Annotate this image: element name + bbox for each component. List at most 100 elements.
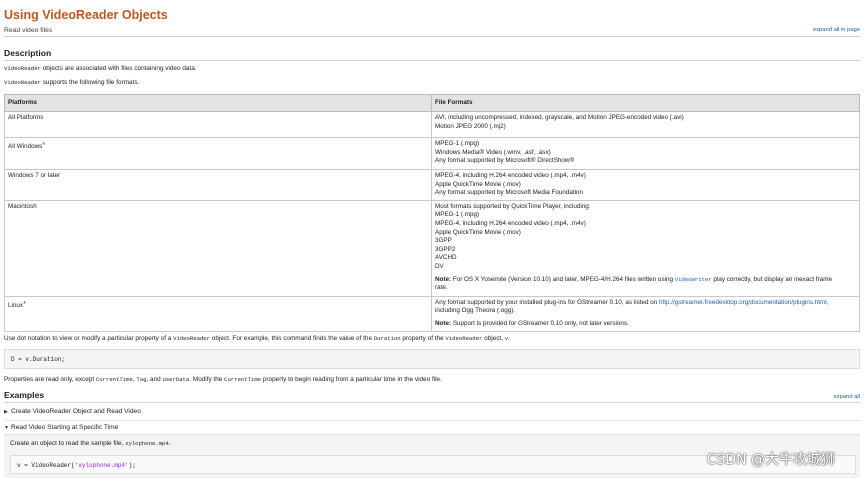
formats-cell: Most formats supported by QuickTime Play… bbox=[431, 199, 860, 297]
format-line: Most formats supported by QuickTime Play… bbox=[435, 202, 591, 210]
description-heading: Description bbox=[4, 48, 52, 58]
examples-heading: Examples bbox=[4, 390, 45, 400]
format-line: MPEG-1 (.mpg) bbox=[435, 140, 480, 147]
page-subtitle: Read video files bbox=[4, 27, 53, 34]
format-line: AVCHD bbox=[435, 254, 457, 262]
code-string: 'xylophone.mp4' bbox=[74, 462, 129, 469]
registered-mark: ® bbox=[23, 299, 27, 305]
description-divider bbox=[4, 60, 861, 61]
properties-paragraph: Properties are read only, except Current… bbox=[4, 376, 442, 385]
para-text: object, bbox=[482, 335, 505, 342]
para-text: Create an object to read the sample file… bbox=[10, 440, 126, 447]
platform-cell: Windows 7 or later bbox=[4, 169, 432, 201]
inline-code: Tag bbox=[136, 376, 147, 383]
triangle-down-icon: ▼ bbox=[4, 425, 9, 431]
para-text: , and bbox=[146, 376, 163, 383]
videowriter-link[interactable]: VideoWriter bbox=[675, 276, 712, 283]
table-header-row: Platforms File Formats bbox=[4, 94, 860, 112]
platform-cell: All Windows® bbox=[4, 137, 432, 170]
format-line: MPEG-4, including H.264 encoded video (.… bbox=[435, 172, 586, 179]
para-text: Properties are read only, except bbox=[4, 376, 96, 383]
inline-code: CurrentTime bbox=[95, 376, 133, 383]
dot-notation-paragraph: Use dot notation to view or modify a par… bbox=[4, 335, 510, 344]
format-line: Motion JPEG 2000 (.mj2) bbox=[435, 122, 506, 130]
para-text: . bbox=[508, 335, 510, 342]
note-text: play correctly, but display an inexact f… bbox=[711, 275, 832, 283]
note-label: Note: bbox=[435, 275, 452, 283]
format-line: Any format supported by your installed p… bbox=[435, 299, 856, 308]
inline-code: VideoReader bbox=[4, 79, 41, 86]
platform-name: All Windows bbox=[8, 143, 43, 151]
inline-code: VideoReader bbox=[4, 65, 41, 72]
code-token: v = VideoReader( bbox=[17, 462, 75, 469]
format-text: , bbox=[826, 298, 829, 306]
format-line: Any format supported by Microsoft® Direc… bbox=[435, 157, 575, 165]
description-text: supports the following file formats. bbox=[40, 79, 140, 86]
expand-all-examples-link[interactable]: expand all bbox=[834, 394, 860, 402]
format-line: Windows Media® Video (.wmv, .asf, .asx) bbox=[435, 148, 551, 156]
table-row: Linux® Any format supported by your inst… bbox=[4, 295, 860, 332]
example-title: Read Video Starting at Specific Time bbox=[11, 424, 119, 431]
file-formats-table: Platforms File Formats All Platforms AVI… bbox=[4, 94, 860, 332]
description-text: objects are associated with files contai… bbox=[40, 65, 197, 72]
table-row: All Windows® MPEG-1 (.mpg) Windows Media… bbox=[4, 137, 860, 170]
note-label: Note: bbox=[435, 319, 452, 327]
column-header-file-formats: File Formats bbox=[431, 94, 860, 112]
description-line-1: VideoReader objects are associated with … bbox=[4, 65, 197, 74]
example-read-specific-time[interactable]: ▼ Read Video Starting at Specific Time bbox=[4, 424, 860, 433]
description-line-2: VideoReader supports the following file … bbox=[4, 79, 139, 88]
note-text: rate. bbox=[435, 284, 448, 292]
code-block-duration[interactable]: D = v.Duration; bbox=[4, 349, 860, 369]
inline-code: Duration bbox=[373, 335, 401, 342]
formats-cell: MPEG-4, including H.264 encoded video (.… bbox=[431, 169, 860, 201]
example-title: Create VideoReader Object and Read Video bbox=[11, 408, 141, 415]
code-line: v = VideoReader('xylophone.mp4'); bbox=[17, 462, 136, 469]
format-line: including Ogg Theora (.ogg). bbox=[435, 307, 516, 315]
gstreamer-plugins-link[interactable]: http://gstreamer.freedesktop.org/documen… bbox=[659, 299, 827, 306]
platform-name: Linux bbox=[8, 301, 24, 309]
format-line: DV bbox=[435, 262, 444, 270]
format-line: 3GPP2 bbox=[435, 245, 456, 253]
inline-code: UserData bbox=[162, 376, 190, 383]
format-line: Apple QuickTime Movie (.mov) bbox=[435, 228, 521, 236]
formats-cell: AVI, including uncompressed, indexed, gr… bbox=[431, 111, 860, 138]
para-text: property of the bbox=[400, 335, 446, 342]
para-text: . Modify the bbox=[189, 376, 225, 383]
para-text: Use dot notation to view or modify a par… bbox=[4, 335, 174, 342]
example-divider bbox=[4, 420, 861, 421]
note-text: For OS X Yosemite (Version 10.10) and la… bbox=[451, 275, 675, 283]
csdn-watermark: CSDN @大牛攻城狮 bbox=[706, 452, 835, 469]
para-text: object. For example, this command finds … bbox=[210, 335, 374, 342]
inline-code: VideoReader bbox=[173, 335, 211, 342]
platform-name: Macintosh bbox=[8, 202, 37, 210]
platform-name: Windows 7 or later bbox=[8, 172, 61, 179]
formats-cell: MPEG-1 (.mpg) Windows Media® Video (.wmv… bbox=[431, 137, 860, 170]
expand-all-in-page-link[interactable]: expand all in page bbox=[813, 27, 860, 35]
mac-note: Note: For OS X Yosemite (Version 10.10) … bbox=[435, 276, 856, 285]
inline-code: xylophone.mp4 bbox=[125, 440, 169, 447]
format-line: 3GPP bbox=[435, 237, 452, 245]
example-create-videoreader[interactable]: ▶ Create VideoReader Object and Read Vide… bbox=[4, 408, 860, 417]
code-line: D = v.Duration; bbox=[11, 356, 66, 363]
linux-note: Note: Support is provided for GStreamer … bbox=[435, 320, 856, 329]
inline-code: CurrentTime bbox=[224, 376, 262, 383]
platform-cell: Macintosh bbox=[4, 199, 432, 297]
column-header-platforms: Platforms bbox=[4, 94, 432, 112]
para-text: property to begin reading from a particu… bbox=[261, 376, 442, 383]
para-text: . bbox=[168, 440, 171, 447]
triangle-right-icon: ▶ bbox=[4, 409, 8, 415]
format-line: AVI, including uncompressed, indexed, gr… bbox=[435, 114, 684, 121]
inline-code: VideoReader bbox=[445, 335, 483, 342]
format-line: MPEG-4, including H.264 encoded video (.… bbox=[435, 219, 586, 227]
platform-cell: All Platforms bbox=[4, 111, 432, 138]
format-line: Apple QuickTime Movie (.mov) bbox=[435, 180, 521, 188]
platform-cell: Linux® bbox=[4, 295, 432, 332]
example-intro: Create an object to read the sample file… bbox=[10, 440, 171, 449]
table-row: Windows 7 or later MPEG-4, including H.2… bbox=[4, 169, 860, 201]
title-divider bbox=[4, 36, 861, 37]
examples-divider bbox=[4, 402, 861, 403]
format-line: Any format supported by Microsoft Media … bbox=[435, 189, 584, 197]
registered-mark: ® bbox=[42, 141, 46, 146]
formats-cell: Any format supported by your installed p… bbox=[431, 295, 860, 332]
table-row: Macintosh Most formats supported by Quic… bbox=[4, 199, 860, 297]
